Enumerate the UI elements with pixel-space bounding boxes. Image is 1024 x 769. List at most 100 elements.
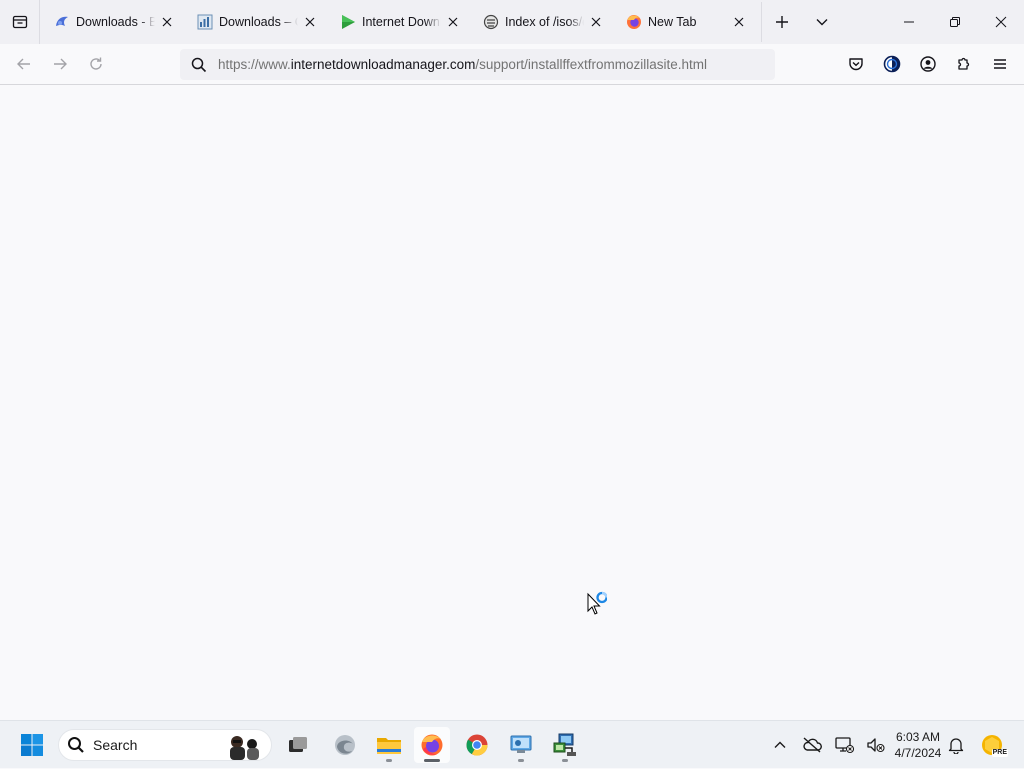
close-icon[interactable] bbox=[159, 14, 175, 30]
pocket-icon bbox=[849, 58, 863, 71]
show-hidden-icons-button[interactable] bbox=[764, 729, 796, 761]
network-setup-button[interactable] bbox=[547, 727, 583, 763]
firefox-view-icon bbox=[12, 15, 27, 29]
system-tray bbox=[764, 721, 892, 769]
network-disconnected-icon bbox=[835, 737, 854, 754]
url-prefix: https://www. bbox=[218, 57, 291, 72]
list-all-tabs-button[interactable] bbox=[802, 0, 842, 44]
pocket-button[interactable] bbox=[838, 48, 874, 80]
speaker-muted-icon bbox=[867, 738, 885, 753]
task-view-button[interactable] bbox=[280, 727, 316, 763]
tab-downloads-or[interactable]: Downloads – Or bbox=[183, 0, 326, 44]
firefox-taskbar-button[interactable] bbox=[414, 727, 450, 763]
puzzle-icon bbox=[958, 57, 970, 70]
taskbar: Search 6:03 AM 4/7/2024 PRE bbox=[0, 720, 1024, 768]
toolbar-actions bbox=[838, 48, 1018, 80]
forward-button[interactable] bbox=[42, 48, 78, 80]
tab-strip: Downloads - Boi Downloads – Or bbox=[0, 0, 1024, 44]
tab-title: Downloads - Boi bbox=[76, 15, 155, 29]
preview-badge-label: PRE bbox=[991, 749, 1008, 757]
running-indicator bbox=[424, 759, 440, 762]
page-content[interactable] bbox=[0, 85, 1024, 720]
url-path: /support/installffextfrommozillasite.htm… bbox=[475, 57, 707, 72]
tab-internet-download-manager[interactable]: Internet Downlo bbox=[326, 0, 469, 44]
url-domain: internetdownloadmanager.com bbox=[290, 57, 476, 72]
network-status-button[interactable] bbox=[828, 729, 860, 761]
tab-new-tab[interactable]: New Tab bbox=[612, 0, 755, 44]
running-indicator bbox=[562, 759, 568, 762]
back-button[interactable] bbox=[6, 48, 42, 80]
bell-icon bbox=[948, 738, 964, 754]
chrome-icon bbox=[466, 734, 488, 756]
loading-cursor-icon bbox=[587, 591, 608, 615]
search-icon bbox=[180, 57, 218, 73]
firefox-icon bbox=[626, 14, 642, 30]
reload-button[interactable] bbox=[78, 48, 114, 80]
taskbar-search-box[interactable]: Search bbox=[58, 729, 272, 761]
onedrive-button[interactable] bbox=[796, 729, 828, 761]
tab-title: Index of /isos/d bbox=[505, 15, 584, 29]
firefox-view-button[interactable] bbox=[0, 0, 40, 44]
preview-build-badge[interactable]: PRE bbox=[976, 729, 1008, 761]
folder-icon bbox=[377, 738, 401, 754]
control-panel-button[interactable] bbox=[503, 727, 539, 763]
extensions-button[interactable] bbox=[946, 48, 982, 80]
firefox-icon bbox=[421, 734, 443, 756]
windows-logo-icon bbox=[21, 734, 43, 756]
control-panel-icon bbox=[510, 735, 532, 753]
close-icon[interactable] bbox=[445, 14, 461, 30]
running-indicator bbox=[386, 759, 392, 762]
running-indicator bbox=[518, 759, 524, 762]
search-label: Search bbox=[93, 737, 138, 753]
half-circle-icon bbox=[883, 55, 901, 73]
close-icon bbox=[995, 16, 1007, 28]
new-tab-button[interactable] bbox=[762, 0, 802, 44]
tab-title: Downloads – Or bbox=[219, 15, 298, 29]
close-icon[interactable] bbox=[731, 14, 747, 30]
notifications-button[interactable] bbox=[940, 729, 972, 761]
minimize-icon bbox=[904, 21, 914, 23]
app-menu-button[interactable] bbox=[982, 48, 1018, 80]
url-bar[interactable]: https://www.internetdownloadmanager.com/… bbox=[180, 49, 775, 80]
edge-icon bbox=[335, 735, 355, 755]
window-controls bbox=[886, 0, 1024, 44]
notifications-area: PRE bbox=[940, 721, 1008, 769]
task-view-icon bbox=[289, 737, 307, 752]
url-text[interactable]: https://www.internetdownloadmanager.com/… bbox=[218, 57, 707, 72]
tab-downloads-boi[interactable]: Downloads - Boi bbox=[40, 0, 183, 44]
minimize-button[interactable] bbox=[886, 0, 932, 44]
tab-title: New Tab bbox=[648, 15, 697, 29]
dark-reader-button[interactable] bbox=[874, 48, 910, 80]
hamburger-menu-icon bbox=[994, 59, 1006, 69]
green-play-icon bbox=[340, 14, 356, 30]
server-icon bbox=[483, 14, 499, 30]
close-icon[interactable] bbox=[302, 14, 318, 30]
tab-index-of-isos[interactable]: Index of /isos/d bbox=[469, 0, 612, 44]
chrome-button[interactable] bbox=[459, 727, 495, 763]
account-icon bbox=[920, 56, 936, 72]
cloud-offline-icon bbox=[803, 737, 822, 753]
plus-icon bbox=[776, 16, 788, 28]
network-computer-icon bbox=[553, 733, 576, 756]
close-window-button[interactable] bbox=[978, 0, 1024, 44]
start-button[interactable] bbox=[14, 727, 50, 763]
forward-arrow-icon bbox=[54, 58, 67, 70]
back-arrow-icon bbox=[17, 58, 30, 70]
chevron-down-icon bbox=[816, 19, 828, 26]
tab-title: Internet Downlo bbox=[362, 15, 441, 29]
restore-button[interactable] bbox=[932, 0, 978, 44]
chevron-up-icon bbox=[774, 741, 786, 748]
search-icon bbox=[59, 736, 93, 754]
close-icon[interactable] bbox=[588, 14, 604, 30]
reload-icon bbox=[90, 57, 102, 70]
edge-button[interactable] bbox=[327, 727, 363, 763]
tab-list: Downloads - Boi Downloads – Or bbox=[40, 0, 755, 44]
navigation-toolbar: https://www.internetdownloadmanager.com/… bbox=[0, 44, 1024, 85]
file-explorer-button[interactable] bbox=[371, 727, 407, 763]
search-highlight-image bbox=[225, 732, 265, 763]
restore-icon bbox=[950, 17, 960, 27]
blue-spiral-icon bbox=[54, 14, 70, 30]
account-button[interactable] bbox=[910, 48, 946, 80]
busy-cursor bbox=[587, 587, 608, 622]
chart-icon bbox=[197, 14, 213, 30]
